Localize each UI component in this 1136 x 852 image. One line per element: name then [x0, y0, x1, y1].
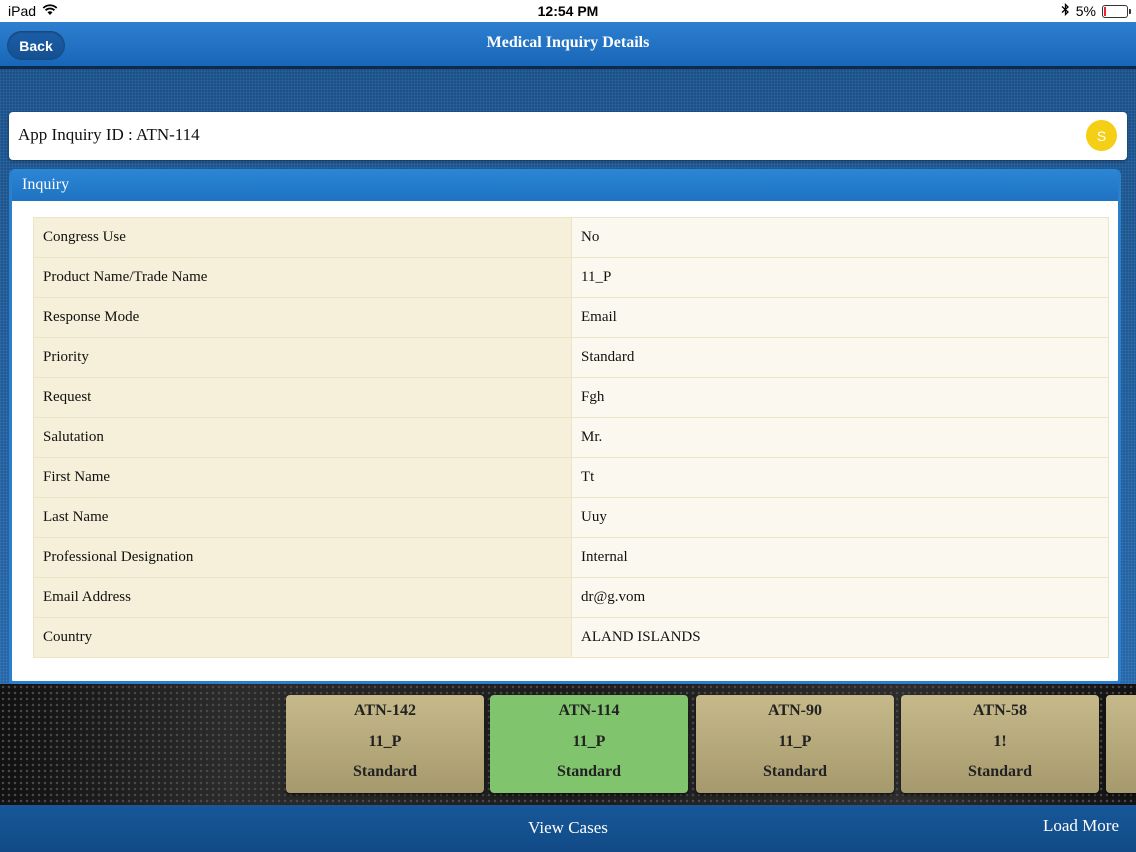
case-card[interactable]: ATN-58 1! Standard	[901, 695, 1099, 793]
case-id: ATN-142	[354, 702, 416, 719]
battery-percent: 5%	[1075, 3, 1096, 19]
load-more-button[interactable]: Load More	[1043, 816, 1119, 836]
battery-icon	[1102, 4, 1131, 18]
case-card-selected[interactable]: ATN-114 11_P Standard	[490, 695, 688, 793]
case-priority: Standard	[352, 763, 418, 780]
table-row: Response Mode Email	[33, 297, 1109, 338]
case-id: ATN-114	[558, 702, 620, 719]
case-priority: Standard	[556, 763, 622, 780]
case-carousel[interactable]: ATN-142 11_P Standard ATN-114 11_P Stand…	[0, 684, 1136, 805]
field-value: Email	[571, 297, 1109, 338]
status-time: 12:54 PM	[537, 3, 599, 19]
inquiry-id-label: App Inquiry ID : ATN-114	[18, 125, 200, 144]
field-label: Congress Use	[33, 217, 572, 258]
case-id: ATN-58	[973, 702, 1027, 719]
case-product: 11_P	[368, 733, 402, 750]
table-row: Congress Use No	[33, 217, 1109, 258]
field-value: dr@g.vom	[571, 577, 1109, 618]
case-product: 11_P	[778, 733, 812, 750]
table-row: Product Name/Trade Name 11_P	[33, 257, 1109, 298]
field-label: Professional Designation	[33, 537, 572, 578]
field-label: Country	[33, 617, 572, 658]
table-row: First Name Tt	[33, 457, 1109, 498]
table-row: Professional Designation Internal	[33, 537, 1109, 578]
field-label: Response Mode	[33, 297, 572, 338]
field-value: ALAND ISLANDS	[571, 617, 1109, 658]
inquiry-section: Inquiry Congress Use No Product Name/Trad…	[9, 169, 1121, 684]
field-label: Product Name/Trade Name	[33, 257, 572, 298]
table-row: Email Address dr@g.vom	[33, 577, 1109, 618]
status-badge[interactable]: S	[1086, 120, 1117, 151]
inquiry-id-card: App Inquiry ID : ATN-114 S	[9, 112, 1127, 160]
case-id: ATN-90	[768, 702, 822, 719]
case-priority: Standard	[967, 763, 1033, 780]
bottom-bar: View Cases Load More	[0, 805, 1136, 852]
case-card[interactable]: ATN-90 11_P Standard	[696, 695, 894, 793]
field-label: Last Name	[33, 497, 572, 538]
table-row: Country ALAND ISLANDS	[33, 617, 1109, 658]
table-row: Last Name Uuy	[33, 497, 1109, 538]
field-label: First Name	[33, 457, 572, 498]
field-value: Fgh	[571, 377, 1109, 418]
table-row: Salutation Mr.	[33, 417, 1109, 458]
status-right: 5%	[1061, 2, 1131, 19]
field-label: Priority	[33, 337, 572, 378]
section-title: Inquiry	[22, 176, 70, 193]
inquiry-details-table: Congress Use No Product Name/Trade Name 11…	[33, 217, 1109, 658]
case-product: 1!	[993, 733, 1007, 750]
field-value: No	[571, 217, 1109, 258]
field-value: Tt	[571, 457, 1109, 498]
case-card-partial[interactable]	[1106, 695, 1136, 793]
bluetooth-icon	[1061, 2, 1070, 19]
status-bar: iPad 12:54 PM 5%	[0, 0, 1136, 22]
case-card[interactable]: ATN-142 11_P Standard	[286, 695, 484, 793]
field-value: Uuy	[571, 497, 1109, 538]
view-cases-button[interactable]: View Cases	[0, 818, 1136, 838]
field-value: 11_P	[571, 257, 1109, 298]
field-label: Email Address	[33, 577, 572, 618]
field-label: Request	[33, 377, 572, 418]
case-product: 11_P	[572, 733, 606, 750]
case-priority: Standard	[762, 763, 828, 780]
field-value: Standard	[571, 337, 1109, 378]
table-row: Priority Standard	[33, 337, 1109, 378]
nav-bar: Back Medical Inquiry Details	[0, 22, 1136, 69]
field-value: Mr.	[571, 417, 1109, 458]
table-row: Request Fgh	[33, 377, 1109, 418]
field-label: Salutation	[33, 417, 572, 458]
field-value: Internal	[571, 537, 1109, 578]
page-title: Medical Inquiry Details	[486, 34, 650, 51]
